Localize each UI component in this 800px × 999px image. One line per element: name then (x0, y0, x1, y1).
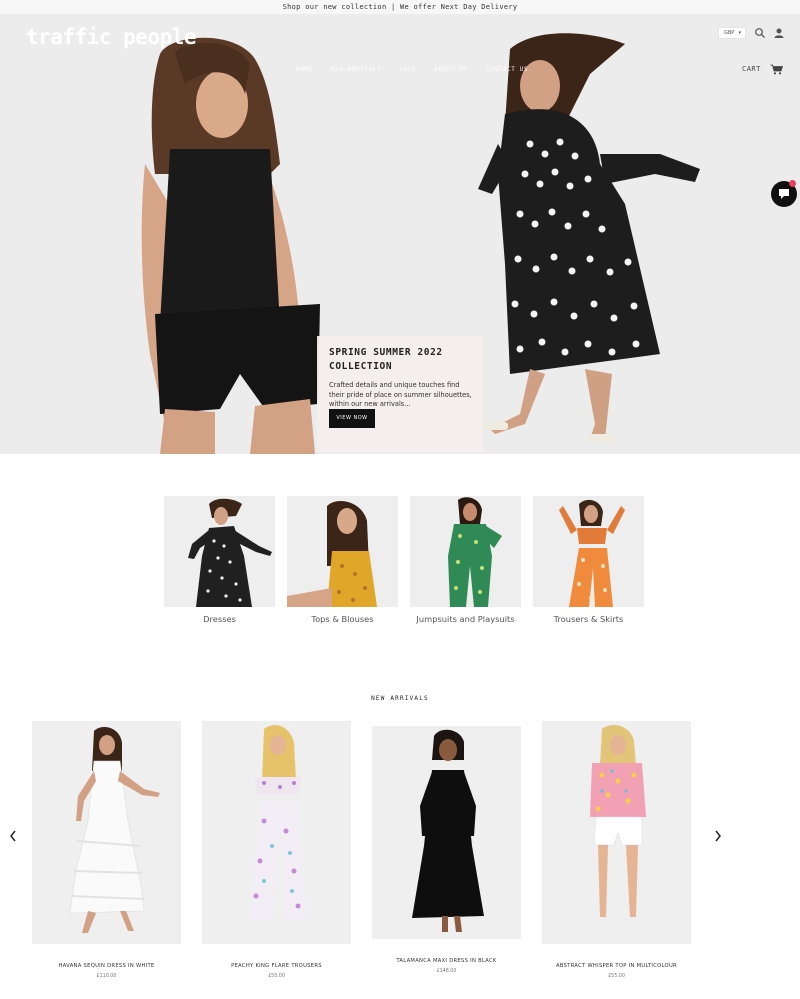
product-price: £55.00 (268, 974, 285, 979)
category-image (410, 496, 521, 607)
cart-link[interactable]: CART (742, 65, 761, 73)
category-tops-blouses[interactable]: Tops & Blouses (287, 496, 398, 624)
category-trousers-skirts[interactable]: Trousers & Skirts (533, 496, 644, 624)
product-price: £110.00 (96, 974, 117, 979)
main-nav: HOME NEW ARRIVALS SALE ABOUT US CONTACT … (296, 66, 528, 73)
product-image (542, 721, 691, 944)
product-price: £55.00 (608, 974, 625, 979)
account-icon[interactable] (773, 27, 785, 39)
product-card[interactable]: HAVANA SEQUIN DRESS IN WHITE £110.00 (32, 721, 181, 979)
hero-promo-card: SPRING SUMMER 2022 COLLECTION Crafted de… (317, 336, 483, 452)
product-card[interactable]: TALAMANCA MAXI DRESS IN BLACK £148.00 (372, 726, 521, 974)
category-label: Trousers & Skirts (553, 614, 624, 624)
chat-notification-badge (789, 180, 796, 187)
currency-value: GBP (724, 30, 735, 36)
category-label: Tops & Blouses (311, 614, 374, 624)
currency-selector[interactable]: GBP ▾ (718, 27, 746, 39)
cart-icon[interactable] (770, 64, 783, 75)
product-image (32, 721, 181, 944)
nav-item-about-us[interactable]: ABOUT US (434, 66, 468, 73)
search-icon[interactable] (754, 27, 766, 39)
product-name[interactable]: TALAMANCA MAXI DRESS IN BLACK (372, 958, 521, 964)
product-image (372, 726, 521, 939)
new-arrivals-heading: NEW ARRIVALS (371, 695, 429, 702)
hero-model-right (478, 33, 700, 442)
category-jumpsuits-playsuits[interactable]: Jumpsuits and Playsuits (410, 496, 521, 624)
hero-title: SPRING SUMMER 2022 COLLECTION (329, 347, 443, 372)
carousel-next-icon[interactable] (713, 829, 723, 843)
product-card[interactable]: ABSTRACT WHISPER TOP IN MULTICOLOUR £55.… (542, 721, 691, 979)
product-image (202, 721, 351, 944)
announcement-bar[interactable]: Shop our new collection | We offer Next … (0, 0, 800, 14)
category-image (533, 496, 644, 607)
category-image (287, 496, 398, 607)
nav-item-new-arrivals[interactable]: NEW ARRIVALS (331, 66, 382, 73)
category-label: Jumpsuits and Playsuits (416, 614, 515, 624)
product-name[interactable]: PEACHY KING FLARE TROUSERS (202, 963, 351, 969)
nav-item-sale[interactable]: SALE (399, 66, 416, 73)
category-label: Dresses (203, 614, 236, 624)
nav-item-home[interactable]: HOME (296, 66, 313, 73)
hero-model-left (141, 37, 320, 454)
carousel-prev-icon[interactable] (8, 829, 18, 843)
brand-logo[interactable]: traffic people (26, 25, 197, 49)
category-grid: Dresses Tops & Blouses Jumpsuits and Pla… (164, 496, 644, 626)
hero-banner[interactable]: traffic people HOME NEW ARRIVALS SALE AB… (0, 14, 800, 454)
hero-text: Crafted details and unique touches find … (329, 381, 472, 408)
nav-item-contact-us[interactable]: CONTACT US (486, 66, 528, 73)
view-now-button[interactable]: VIEW NOW (329, 409, 375, 428)
product-name[interactable]: ABSTRACT WHISPER TOP IN MULTICOLOUR (542, 963, 691, 969)
product-card[interactable]: PEACHY KING FLARE TROUSERS £55.00 (202, 721, 351, 979)
category-dresses[interactable]: Dresses (164, 496, 275, 624)
product-price: £148.00 (436, 969, 457, 974)
product-name[interactable]: HAVANA SEQUIN DRESS IN WHITE (32, 963, 181, 969)
chevron-down-icon: ▾ (738, 30, 741, 36)
category-image (164, 496, 275, 607)
